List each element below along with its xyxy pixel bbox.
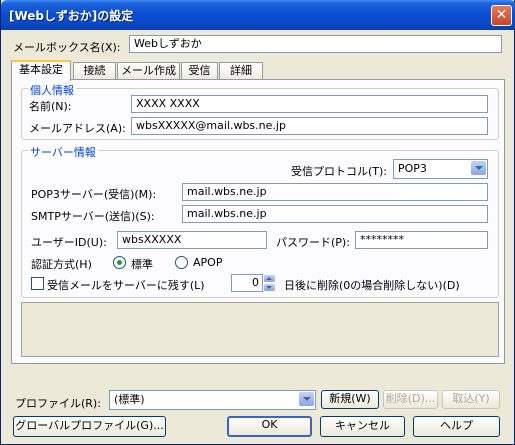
mailbox-name-label: メールボックス名(X): [13, 41, 121, 54]
smtp-server-input[interactable]: mail.wbs.ne.jp [182, 205, 488, 223]
spin-down-icon[interactable] [263, 283, 276, 292]
import-profile-button[interactable]: 取込(Y) [442, 390, 500, 409]
name-label: 名前(N): [29, 100, 72, 113]
name-input[interactable]: XXXX XXXX [131, 95, 488, 113]
description-panel [21, 302, 499, 357]
smtp-label: SMTPサーバー(送信)(S): [31, 210, 155, 223]
protocol-value: POP3 [398, 162, 427, 175]
cancel-button[interactable]: キャンセル [320, 416, 405, 437]
tab-basic[interactable]: 基本設定 [11, 60, 71, 81]
leave-on-server-label[interactable]: 受信メールをサーバーに残す(L) [47, 277, 205, 293]
pop3-server-input[interactable]: mail.wbs.ne.jp [182, 183, 488, 201]
userid-input[interactable]: wbsXXXXX [117, 231, 267, 249]
window-title: [Webしずおか]の設定 [9, 9, 134, 23]
server-info-title: サーバー情報 [28, 144, 98, 160]
help-button[interactable]: ヘルプ [413, 416, 500, 437]
profile-value: (標準) [114, 393, 145, 406]
delete-profile-button[interactable]: 削除(D)... [383, 390, 438, 409]
auth-standard-label[interactable]: 標準 [131, 256, 153, 272]
userid-label: ユーザーID(U): [31, 236, 107, 249]
tab-connection[interactable]: 接続 [73, 62, 116, 80]
delete-after-label: 日後に削除(0の場合削除しない)(D) [284, 279, 460, 292]
profile-select[interactable]: (標準) [109, 390, 316, 410]
tab-compose[interactable]: メール作成 [117, 62, 180, 80]
mailbox-name-input[interactable]: Webしずおか [129, 35, 502, 53]
password-label: パスワード(P): [276, 236, 350, 249]
title-bar[interactable]: [Webしずおか]の設定 ✕ [1, 0, 515, 30]
auth-apop-radio[interactable] [175, 256, 188, 269]
tab-advanced[interactable]: 詳細 [219, 62, 263, 80]
spin-up-icon[interactable] [263, 274, 276, 283]
global-profile-button[interactable]: グローバルプロファイル(G)... [13, 416, 166, 437]
settings-dialog: [Webしずおか]の設定 ✕ メールボックス名(X): Webしずおか 基本設定… [0, 0, 515, 445]
personal-info-title: 個人情報 [28, 82, 76, 98]
close-button[interactable]: ✕ [491, 5, 512, 26]
auth-standard-radio[interactable] [113, 256, 126, 269]
protocol-label: 受信プロトコル(T): [291, 165, 388, 178]
new-profile-button[interactable]: 新規(W) [321, 390, 379, 409]
password-input[interactable]: ******** [355, 231, 488, 249]
email-label: メールアドレス(A): [29, 122, 126, 135]
email-input[interactable]: wbsXXXXX@mail.wbs.ne.jp [131, 117, 488, 135]
ok-button[interactable]: OK [227, 416, 312, 437]
auth-method-label: 認証方式(H) [31, 258, 92, 271]
chevron-down-icon[interactable] [299, 392, 314, 406]
tab-receive[interactable]: 受信 [181, 62, 218, 80]
pop3-label: POP3サーバー(受信)(M): [31, 188, 157, 201]
delete-days-spinner[interactable] [263, 274, 276, 292]
leave-on-server-checkbox[interactable] [31, 277, 44, 290]
chevron-down-icon[interactable] [471, 161, 486, 175]
protocol-select[interactable]: POP3 [393, 159, 488, 179]
auth-apop-label[interactable]: APOP [193, 256, 222, 269]
profile-label: プロファイル(R): [15, 397, 101, 410]
delete-days-input[interactable]: 0 [231, 274, 263, 292]
